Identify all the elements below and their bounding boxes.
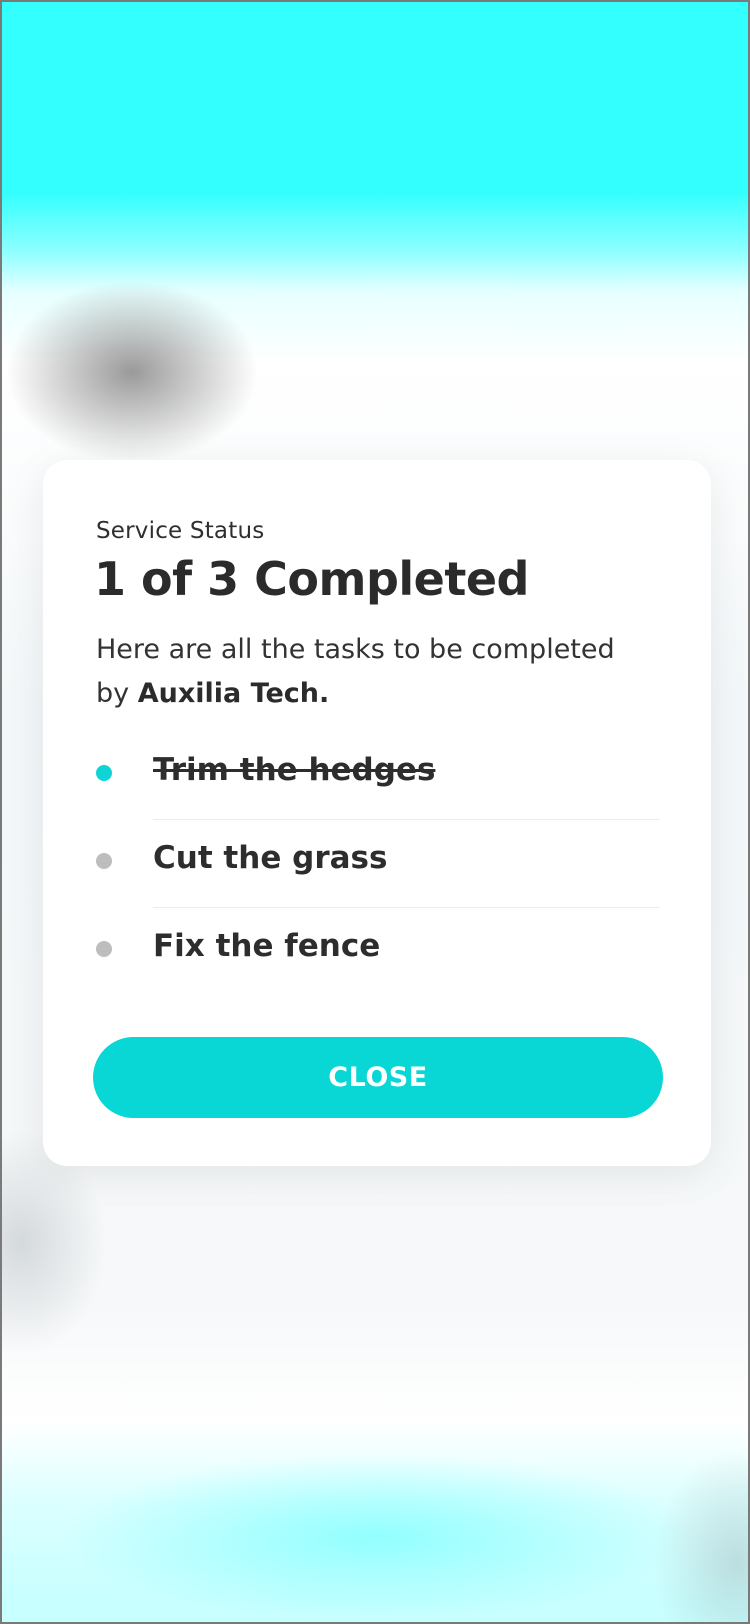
task-label: Trim the hedges — [153, 752, 436, 788]
task-item: Fix the fence — [96, 908, 660, 996]
completed-dot-icon — [96, 765, 112, 781]
tasks-description: Here are all the tasks to be completed b… — [96, 628, 656, 716]
app-screen: Service Status 1 of 3 Completed Here are… — [0, 0, 750, 1624]
task-label: Cut the grass — [153, 840, 388, 876]
card-eyebrow: Service Status — [96, 518, 265, 544]
provider-name: Auxilia Tech. — [137, 678, 330, 709]
pending-dot-icon — [96, 853, 112, 869]
pending-dot-icon — [96, 941, 112, 957]
close-button[interactable]: CLOSE — [93, 1037, 663, 1118]
task-list: Trim the hedges Cut the grass Fix the fe… — [96, 732, 660, 996]
task-item: Cut the grass — [96, 820, 660, 908]
service-status-card: Service Status 1 of 3 Completed Here are… — [43, 460, 711, 1166]
task-item: Trim the hedges — [96, 732, 660, 820]
completion-headline: 1 of 3 Completed — [94, 552, 529, 606]
task-label: Fix the fence — [153, 928, 381, 964]
